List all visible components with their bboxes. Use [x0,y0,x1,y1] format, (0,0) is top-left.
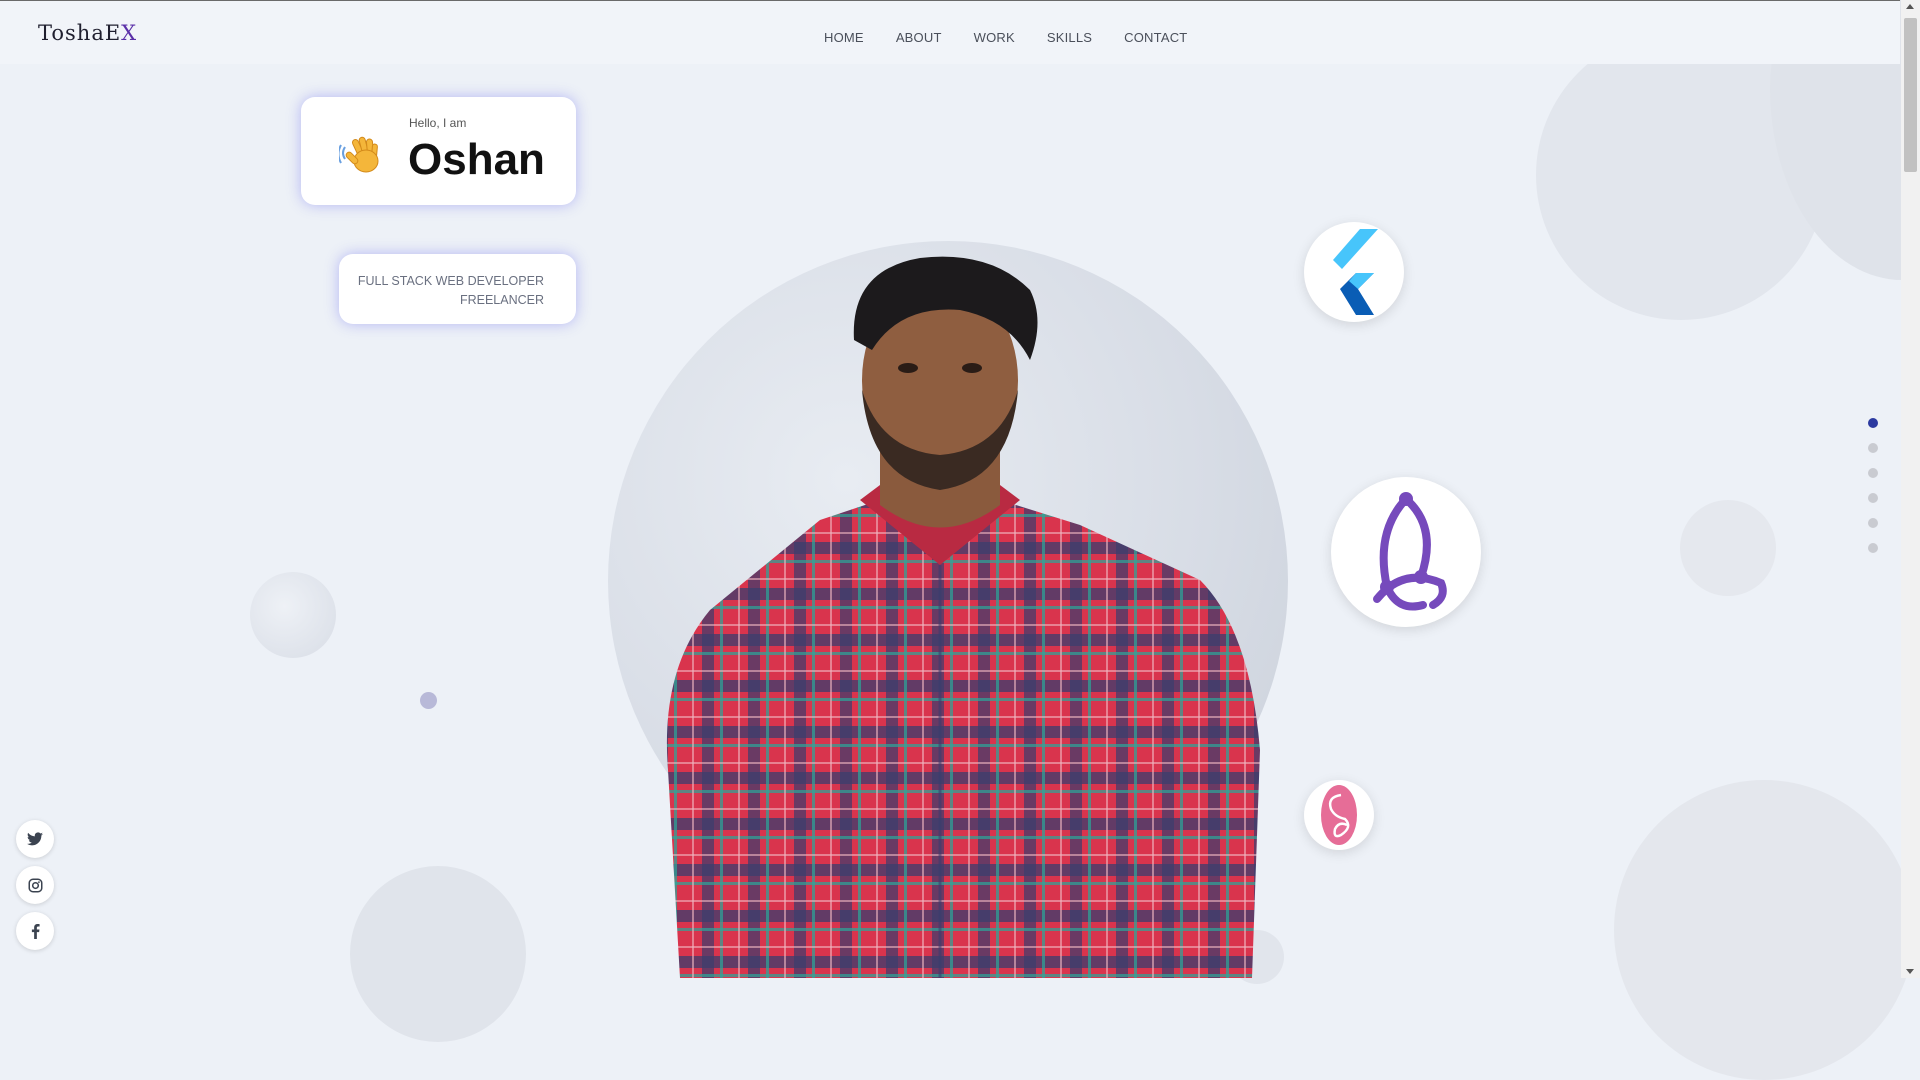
greeting-card: Hello, I am Oshan [301,97,576,205]
page-scrollbar[interactable] [1901,0,1920,978]
tech-badge-redux[interactable] [1331,477,1481,627]
portrait-photo [666,256,1260,978]
section-dot-4[interactable] [1868,493,1878,503]
nav-skills[interactable]: SKILLS [1047,30,1092,45]
section-dot-3[interactable] [1868,468,1878,478]
twitter-link[interactable] [16,820,54,858]
nav-about[interactable]: ABOUT [896,30,942,45]
waving-hand-icon [339,136,379,173]
scroll-up-arrow-icon[interactable] [1906,4,1914,9]
background-blob [1680,500,1776,596]
top-navigation-bar: ToshaEX HOME ABOUT WORK SKILLS CONTACT [0,0,1900,64]
sass-icon [1321,785,1357,845]
instagram-icon [28,878,42,892]
background-blob [350,866,526,1042]
instagram-link[interactable] [16,866,54,904]
section-dot-2[interactable] [1868,443,1878,453]
role-line: FULL STACK WEB DEVELOPER [357,274,544,288]
role-card: FULL STACK WEB DEVELOPER FREELANCER [339,254,576,324]
flutter-icon [1333,229,1378,315]
scroll-down-arrow-icon[interactable] [1906,969,1914,974]
tech-badge-sass[interactable] [1304,780,1374,850]
greeting-text: Hello, I am [409,116,467,130]
logo-text: ToshaE [38,21,122,45]
facebook-link[interactable] [16,912,54,950]
background-blob [250,572,336,658]
hero-name: Oshan [408,135,545,184]
main-nav: HOME ABOUT WORK SKILLS CONTACT [824,30,1187,45]
section-indicator [1868,418,1878,553]
nav-contact[interactable]: CONTACT [1124,30,1187,45]
site-logo[interactable]: ToshaEX [38,21,137,45]
nav-home[interactable]: HOME [824,30,864,45]
background-blob [420,692,437,709]
section-dot-5[interactable] [1868,518,1878,528]
scrollbar-thumb[interactable] [1904,18,1917,172]
background-blob [1614,780,1914,1080]
section-dot-6[interactable] [1868,543,1878,553]
role-list: FULL STACK WEB DEVELOPER FREELANCER [358,272,544,310]
role-line: FREELANCER [459,293,544,307]
tech-badge-flutter[interactable] [1304,222,1404,322]
section-dot-1[interactable] [1868,418,1878,428]
twitter-icon [27,832,43,846]
social-links [16,820,54,950]
nav-work[interactable]: WORK [974,30,1015,45]
facebook-icon [31,923,40,939]
redux-icon [1373,492,1447,611]
logo-accent: X [121,21,138,45]
